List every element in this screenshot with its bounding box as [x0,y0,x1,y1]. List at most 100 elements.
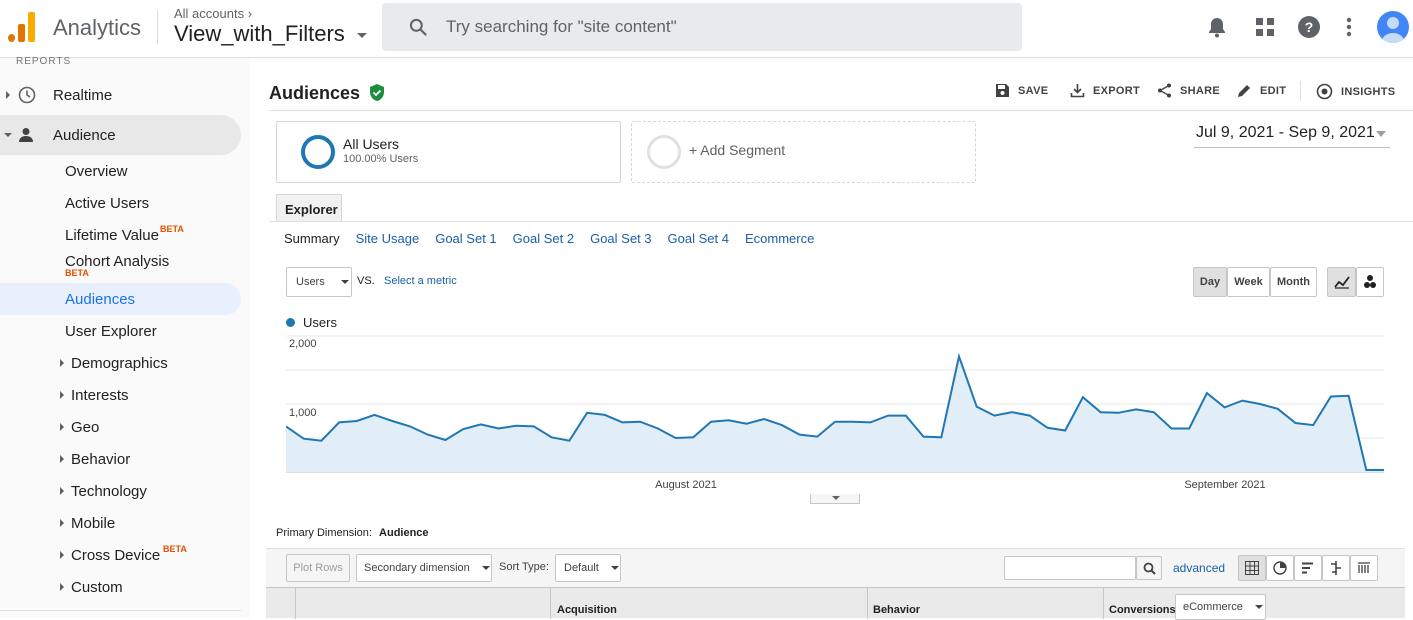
sidebar-item-overview[interactable]: Overview [0,155,241,187]
subtab-summary[interactable]: Summary [284,231,340,246]
notifications-bell-icon[interactable] [1205,15,1229,39]
data-point[interactable] [991,413,997,419]
sidebar-item-custom[interactable]: Custom [0,571,241,603]
edit-button[interactable]: EDIT [1237,83,1286,98]
data-point[interactable] [850,419,856,425]
data-point[interactable] [797,432,803,438]
data-point[interactable] [867,419,873,425]
save-button[interactable]: SAVE [995,83,1048,98]
segment-all-users[interactable]: All Users 100.00% Users [276,121,621,183]
sidebar-item-interests[interactable]: Interests [0,379,241,411]
add-segment-button[interactable]: + Add Segment [631,121,976,183]
period-week-button[interactable]: Week [1227,267,1270,297]
data-point[interactable] [1133,406,1139,412]
sort-type-select[interactable]: Default [555,554,621,582]
sidebar-item-demographics[interactable]: Demographics [0,347,241,379]
data-point[interactable] [761,416,767,422]
data-point[interactable] [1168,425,1174,431]
subtab-goal-set-3[interactable]: Goal Set 3 [590,231,651,246]
data-point[interactable] [938,434,944,440]
data-point[interactable] [637,419,643,425]
sidebar-item-technology[interactable]: Technology [0,475,241,507]
sidebar-item-lifetime-value[interactable]: Lifetime Value BETA [0,219,241,251]
period-day-button[interactable]: Day [1193,267,1227,297]
data-point[interactable] [956,353,962,359]
data-point[interactable] [1115,410,1121,416]
data-point[interactable] [779,422,785,428]
tab-explorer[interactable]: Explorer [276,194,342,222]
subtab-ecommerce[interactable]: Ecommerce [745,231,814,246]
subtab-goal-set-2[interactable]: Goal Set 2 [513,231,574,246]
subtab-site-usage[interactable]: Site Usage [356,231,420,246]
data-point[interactable] [442,437,448,443]
data-point[interactable] [478,421,484,427]
data-point[interactable] [460,426,466,432]
data-point[interactable] [1346,393,1352,399]
data-point[interactable] [708,419,714,425]
data-point[interactable] [354,418,360,424]
primary-dimension-value[interactable]: Audience [379,527,429,539]
subtab-goal-set-4[interactable]: Goal Set 4 [668,231,729,246]
export-button[interactable]: EXPORT [1070,83,1140,98]
insights-button[interactable]: INSIGHTS [1316,83,1395,100]
apps-grid-icon[interactable] [1253,15,1277,39]
sidebar-item-geo[interactable]: Geo [0,411,241,443]
search-input[interactable]: Try searching for "site content" [382,3,1022,51]
data-point[interactable] [974,404,980,410]
data-point[interactable] [1098,409,1104,415]
account-picker-label[interactable]: All accounts › [174,6,252,21]
data-point[interactable] [655,425,661,431]
plot-rows-button[interactable]: Plot Rows [286,554,350,582]
analytics-logo-icon[interactable] [8,12,36,42]
table-search-button[interactable] [1136,556,1162,580]
sidebar-item-audiences[interactable]: Audiences [0,283,241,315]
data-point[interactable] [814,434,820,440]
select-metric-link[interactable]: Select a metric [384,275,457,287]
bar-view-button[interactable] [1294,555,1322,581]
secondary-dimension-select[interactable]: Secondary dimension [356,554,492,582]
share-button[interactable]: SHARE [1157,83,1220,98]
advanced-filter-link[interactable]: advanced [1173,561,1225,575]
view-selector[interactable]: View_with_Filters [174,21,367,47]
data-point[interactable] [372,412,378,418]
chart-collapse-toggle[interactable] [810,494,860,504]
data-point[interactable] [584,410,590,416]
sidebar-item-user-explorer[interactable]: User Explorer [0,315,241,347]
data-point[interactable] [531,423,537,429]
data-point[interactable] [1027,413,1033,419]
data-point[interactable] [903,413,909,419]
data-point[interactable] [566,438,572,444]
sidebar-item-audience[interactable]: Audience [0,115,241,155]
data-point[interactable] [513,423,519,429]
data-point[interactable] [1080,394,1086,400]
data-point[interactable] [743,421,749,427]
data-point[interactable] [885,413,891,419]
data-point[interactable] [690,434,696,440]
table-view-button[interactable] [1238,555,1266,581]
data-point[interactable] [1363,467,1369,473]
table-search-input[interactable] [1004,556,1136,580]
data-point[interactable] [1222,404,1228,410]
data-point[interactable] [1292,420,1298,426]
data-point[interactable] [1204,390,1210,396]
avatar[interactable] [1377,11,1409,43]
data-point[interactable] [1275,406,1281,412]
data-point[interactable] [921,434,927,440]
more-vert-icon[interactable] [1337,15,1361,39]
sidebar-item-realtime[interactable]: Realtime [0,79,241,111]
comparison-view-button[interactable] [1322,555,1350,581]
data-point[interactable] [336,419,342,425]
sidebar-item-behavior[interactable]: Behavior [0,443,241,475]
conversions-select[interactable]: eCommerce [1175,594,1266,620]
pie-view-button[interactable] [1266,555,1294,581]
date-range-picker[interactable]: Jul 9, 2021 - Sep 9, 2021 [1194,124,1390,148]
data-point[interactable] [407,423,413,429]
data-point[interactable] [832,419,838,425]
data-point[interactable] [726,417,732,423]
data-point[interactable] [318,438,324,444]
data-point[interactable] [1009,409,1015,415]
data-point[interactable] [619,419,625,425]
help-icon[interactable]: ? [1297,15,1321,39]
metric-selector[interactable]: Users [286,267,352,297]
data-point[interactable] [389,418,395,424]
